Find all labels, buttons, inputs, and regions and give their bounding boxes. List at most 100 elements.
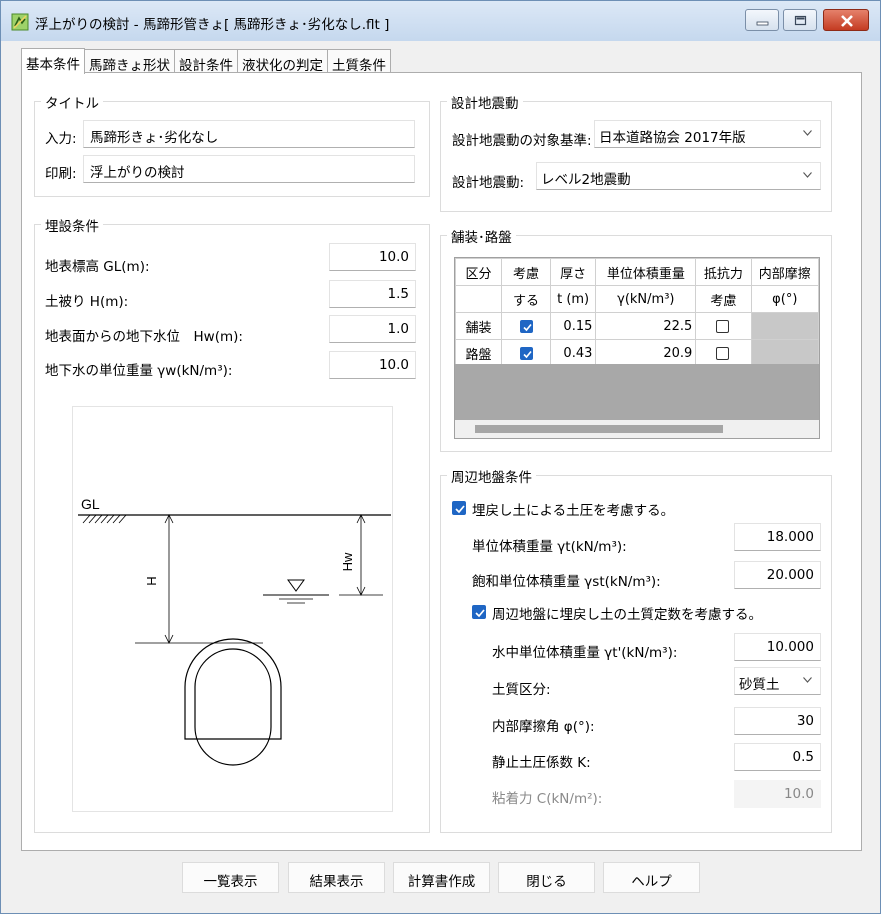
help-button[interactable]: ヘルプ: [603, 862, 700, 893]
table-header-row: 区分 考慮 厚さ 単位体積重量 抵抗力 内部摩擦: [455, 258, 819, 286]
header-cell: する: [501, 285, 551, 313]
unit-weight-cell[interactable]: 20.9: [595, 339, 697, 367]
sat-weight-label: 飽和単位体積重量 γst(kN/m³):: [472, 574, 661, 590]
seismic-group-heading: 設計地震動: [447, 92, 523, 112]
tab-horseshoe-shape[interactable]: 馬蹄きょ形状: [84, 49, 175, 74]
sub-weight-label: 水中単位体積重量 γt'(kN/m³):: [492, 645, 678, 661]
input-label: 入力:: [45, 131, 77, 147]
dialog-window: 浮上がりの検討 - 馬蹄形管きょ[ 馬蹄形きょ･劣化なし.flt ] 基本条件 …: [0, 0, 881, 914]
pavement-consider-checkbox[interactable]: [520, 320, 534, 333]
consider-cell[interactable]: [501, 339, 551, 367]
header-cell: 厚さ: [549, 258, 597, 286]
document-check-icon: [11, 13, 29, 31]
checkmark-icon: [523, 323, 532, 332]
standard-select[interactable]: 日本道路協会 2017年版: [594, 120, 821, 148]
horseshoe-pipe: [184, 638, 282, 766]
water-weight-label: 地下水の単位重量 γw(kN/m³):: [45, 363, 233, 379]
surrounding-group-heading: 周辺地盤条件: [447, 466, 536, 486]
consider-cell[interactable]: [501, 312, 551, 340]
tab-basic-conditions[interactable]: 基本条件: [21, 48, 85, 74]
cohesion-input: 10.0: [734, 780, 821, 808]
maximize-button[interactable]: [783, 9, 817, 31]
unit-weight-input[interactable]: 18.000: [734, 523, 821, 551]
list-view-button[interactable]: 一覧表示: [182, 862, 279, 893]
header-cell: [455, 285, 503, 313]
soil-constant-checkbox[interactable]: [472, 605, 486, 619]
checkmark-icon: [455, 505, 465, 514]
header-cell: 単位体積重量: [595, 258, 697, 286]
close-window-button[interactable]: [823, 9, 869, 31]
chevron-down-icon: [803, 172, 812, 178]
soil-type-value: 砂質土: [739, 677, 780, 693]
soil-constant-checkbox-label[interactable]: 周辺地盤に埋戻し土の土質定数を考慮する。: [492, 603, 762, 623]
header-cell: γ(kN/m³): [595, 285, 697, 313]
ground-hatching: [82, 514, 127, 524]
tab-soil-conditions[interactable]: 土質条件: [327, 49, 391, 74]
burial-group-heading: 埋設条件: [41, 215, 103, 235]
hw-text: Hw: [340, 552, 355, 571]
earth-pressure-input[interactable]: 0.5: [734, 743, 821, 771]
print-label: 印刷:: [45, 166, 77, 182]
title-group-heading: タイトル: [41, 92, 103, 112]
thickness-cell[interactable]: 0.43: [549, 339, 597, 367]
motion-label: 設計地震動:: [452, 175, 525, 191]
backfill-checkbox-label[interactable]: 埋戻し土による土圧を考慮する。: [472, 499, 674, 519]
chevron-down-icon: [803, 130, 812, 136]
unit-weight-cell[interactable]: 22.5: [595, 312, 697, 340]
header-cell: 抵抗力: [695, 258, 752, 286]
friction-angle-input[interactable]: 30: [734, 707, 821, 735]
gl-input[interactable]: 10.0: [329, 243, 416, 271]
table-header-row: する t (m) γ(kN/m³) 考慮 φ(°): [455, 285, 819, 313]
create-report-button[interactable]: 計算書作成: [393, 862, 490, 893]
result-view-button[interactable]: 結果表示: [288, 862, 385, 893]
header-cell: 区分: [455, 258, 503, 286]
scrollbar-thumb[interactable]: [475, 425, 723, 433]
motion-select[interactable]: レベル2地震動: [536, 162, 821, 190]
pavement-resist-checkbox[interactable]: [716, 320, 730, 333]
row-name-cell: 舗装: [455, 312, 503, 340]
sat-weight-input[interactable]: 20.000: [734, 561, 821, 589]
thickness-cell[interactable]: 0.15: [549, 312, 597, 340]
backfill-checkbox[interactable]: [452, 501, 466, 515]
sub-weight-input[interactable]: 10.000: [734, 633, 821, 661]
soil-type-select[interactable]: 砂質土: [734, 667, 821, 695]
title-input-field[interactable]: 馬蹄形きょ･劣化なし: [83, 120, 415, 148]
horizontal-scrollbar[interactable]: [455, 420, 819, 438]
water-weight-input[interactable]: 10.0: [329, 351, 416, 379]
cross-section-drawing: GL H Hw: [78, 496, 391, 766]
roadbed-consider-checkbox[interactable]: [520, 347, 534, 360]
cover-input[interactable]: 1.5: [329, 280, 416, 308]
resist-cell[interactable]: [695, 339, 752, 367]
groundwater-level-input[interactable]: 1.0: [329, 315, 416, 343]
table-row: 舗装 0.15 22.5: [455, 312, 819, 340]
window-title: 浮上がりの検討 - 馬蹄形管きょ[ 馬蹄形きょ･劣化なし.flt ]: [35, 17, 390, 33]
motion-select-value: レベル2地震動: [541, 172, 631, 188]
tab-liquefaction[interactable]: 液状化の判定: [237, 49, 328, 74]
gl-label: 地表標高 GL(m):: [45, 259, 150, 275]
header-cell: t (m): [549, 285, 597, 313]
unit-weight-label: 単位体積重量 γt(kN/m³):: [472, 539, 627, 555]
roadbed-resist-checkbox[interactable]: [716, 347, 730, 360]
tab-strip: 基本条件 馬蹄きょ形状 設計条件 液状化の判定 土質条件: [21, 48, 391, 74]
seismic-group: 設計地震動: [440, 92, 832, 212]
resist-cell[interactable]: [695, 312, 752, 340]
minimize-icon: [756, 21, 769, 26]
minimize-button[interactable]: [745, 9, 779, 31]
header-cell: φ(°): [750, 285, 819, 313]
earth-pressure-label: 静止土圧係数 K:: [492, 755, 591, 771]
cross-section-diagram: GL H Hw: [72, 406, 393, 812]
print-title-field[interactable]: 浮上がりの検討: [83, 155, 415, 183]
row-name-cell: 路盤: [455, 339, 503, 367]
close-button[interactable]: 閉じる: [498, 862, 595, 893]
water-level-marker: [287, 579, 305, 592]
friction-cell: [750, 312, 819, 340]
groundwater-level-label: 地表面からの地下水位 Hw(m):: [45, 329, 243, 345]
pavement-grid[interactable]: 区分 考慮 厚さ 単位体積重量 抵抗力 内部摩擦 する t (m) γ(kN/m…: [454, 257, 820, 439]
checkmark-icon: [475, 609, 485, 618]
maximize-icon: [794, 15, 807, 26]
standard-label: 設計地震動の対象基準:: [452, 133, 592, 149]
cover-label: 土被り H(m):: [45, 294, 129, 310]
table-row: 路盤 0.43 20.9: [455, 339, 819, 367]
tab-design-conditions[interactable]: 設計条件: [174, 49, 238, 74]
gl-text: GL: [81, 496, 100, 512]
